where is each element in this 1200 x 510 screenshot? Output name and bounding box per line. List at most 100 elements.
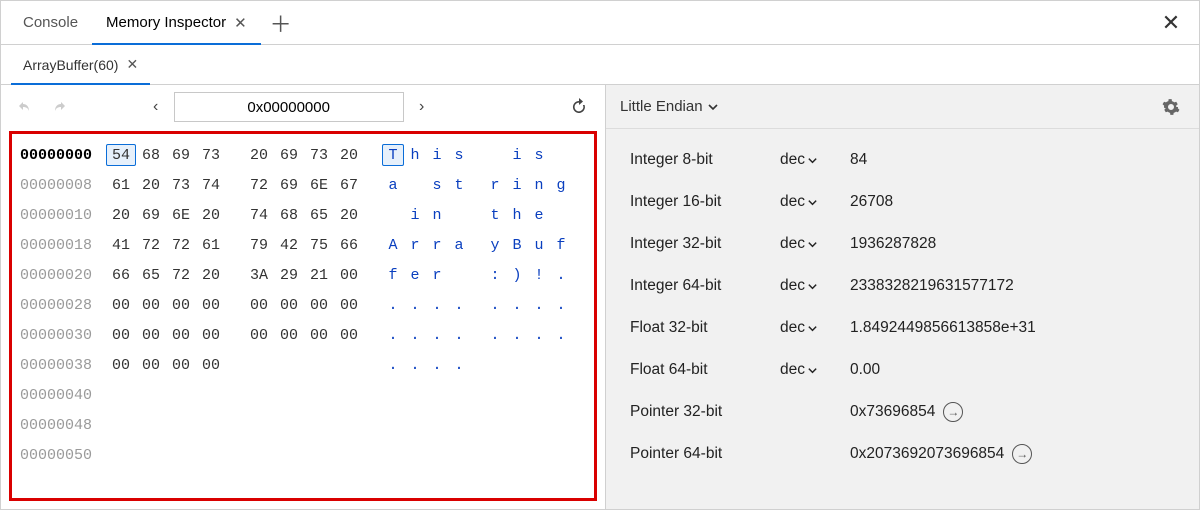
byte-cell[interactable]: 61 <box>106 177 136 194</box>
ascii-cell[interactable]: . <box>382 327 404 344</box>
byte-cell[interactable]: 69 <box>136 207 166 224</box>
refresh-button[interactable] <box>563 91 595 123</box>
ascii-cell[interactable]: t <box>448 177 470 194</box>
ascii-cell[interactable]: . <box>448 327 470 344</box>
ascii-cell[interactable] <box>484 144 506 166</box>
ascii-cell[interactable]: i <box>506 177 528 194</box>
ascii-cell[interactable] <box>448 207 470 224</box>
hex-view[interactable]: 000000005468697320697320This is 00000008… <box>9 131 597 501</box>
byte-cell[interactable]: 61 <box>196 237 226 254</box>
ascii-cell[interactable] <box>448 267 470 284</box>
undo-button[interactable] <box>11 93 39 121</box>
tab-memory-inspector[interactable]: Memory Inspector ✕ <box>92 1 261 44</box>
byte-cell[interactable]: 00 <box>304 327 334 344</box>
byte-cell[interactable]: 00 <box>136 327 166 344</box>
byte-cell[interactable]: 42 <box>274 237 304 254</box>
ascii-cell[interactable]: g <box>550 177 572 194</box>
ascii-cell[interactable]: r <box>426 267 448 284</box>
byte-cell[interactable]: 65 <box>136 267 166 284</box>
byte-cell[interactable]: 00 <box>274 297 304 314</box>
byte-cell[interactable]: 74 <box>244 207 274 224</box>
buffer-tab[interactable]: ArrayBuffer(60) ✕ <box>11 45 150 84</box>
ascii-cell[interactable]: a <box>382 177 404 194</box>
ascii-cell[interactable]: s <box>448 144 470 166</box>
byte-cell[interactable]: 21 <box>304 267 334 284</box>
byte-cell[interactable] <box>274 357 304 374</box>
byte-cell[interactable]: 20 <box>244 144 274 166</box>
endianness-select[interactable]: Little Endian <box>620 98 719 115</box>
byte-cell[interactable]: 65 <box>304 207 334 224</box>
ascii-cell[interactable]: t <box>484 207 506 224</box>
ascii-cell[interactable]: i <box>404 207 426 224</box>
ascii-cell[interactable]: . <box>448 297 470 314</box>
byte-cell[interactable]: 00 <box>136 297 166 314</box>
byte-cell[interactable]: 20 <box>334 207 364 224</box>
ascii-cell[interactable]: . <box>404 357 426 374</box>
byte-cell[interactable]: 00 <box>334 297 364 314</box>
ascii-cell[interactable]: r <box>404 237 426 254</box>
byte-cell[interactable]: 00 <box>166 297 196 314</box>
byte-cell[interactable]: 6E <box>304 177 334 194</box>
ascii-cell[interactable] <box>404 177 426 194</box>
byte-cell[interactable]: 00 <box>136 357 166 374</box>
byte-cell[interactable]: 74 <box>196 177 226 194</box>
byte-cell[interactable]: 72 <box>136 237 166 254</box>
byte-cell[interactable]: 3A <box>244 267 274 284</box>
ascii-cell[interactable] <box>550 357 572 374</box>
byte-cell[interactable]: 66 <box>334 237 364 254</box>
close-icon[interactable]: ✕ <box>126 56 138 73</box>
ascii-cell[interactable]: e <box>404 267 426 284</box>
ascii-cell[interactable]: . <box>426 297 448 314</box>
byte-cell[interactable]: 72 <box>166 237 196 254</box>
address-input[interactable] <box>174 92 404 122</box>
ascii-cell[interactable]: ) <box>506 267 528 284</box>
ascii-cell[interactable]: . <box>506 327 528 344</box>
ascii-cell[interactable]: . <box>528 297 550 314</box>
ascii-cell[interactable]: f <box>382 267 404 284</box>
ascii-cell[interactable] <box>550 207 572 224</box>
ascii-cell[interactable] <box>506 357 528 374</box>
ascii-cell[interactable]: r <box>426 237 448 254</box>
ascii-cell[interactable]: n <box>426 207 448 224</box>
ascii-cell[interactable]: . <box>426 357 448 374</box>
value-format-select[interactable]: dec <box>780 277 850 295</box>
ascii-cell[interactable]: . <box>550 327 572 344</box>
ascii-cell[interactable]: u <box>528 237 550 254</box>
byte-cell[interactable]: 69 <box>274 177 304 194</box>
ascii-cell[interactable]: i <box>506 144 528 166</box>
byte-cell[interactable]: 73 <box>166 177 196 194</box>
ascii-cell[interactable] <box>528 357 550 374</box>
byte-cell[interactable]: 20 <box>106 207 136 224</box>
byte-cell[interactable]: 20 <box>334 144 364 166</box>
byte-cell[interactable]: 66 <box>106 267 136 284</box>
byte-cell[interactable]: 00 <box>244 297 274 314</box>
ascii-cell[interactable]: . <box>404 297 426 314</box>
ascii-cell[interactable]: s <box>528 144 550 166</box>
ascii-cell[interactable]: y <box>484 237 506 254</box>
ascii-cell[interactable]: i <box>426 144 448 166</box>
ascii-cell[interactable]: : <box>484 267 506 284</box>
byte-cell[interactable]: 68 <box>274 207 304 224</box>
byte-cell[interactable]: 00 <box>106 297 136 314</box>
ascii-cell[interactable]: . <box>448 357 470 374</box>
ascii-cell[interactable]: f <box>550 237 572 254</box>
value-format-select[interactable]: dec <box>780 151 850 169</box>
byte-cell[interactable]: 79 <box>244 237 274 254</box>
tab-console[interactable]: Console <box>9 1 92 44</box>
byte-cell[interactable]: 00 <box>166 327 196 344</box>
byte-cell[interactable]: 00 <box>196 357 226 374</box>
value-format-select[interactable]: dec <box>780 235 850 253</box>
ascii-cell[interactable]: B <box>506 237 528 254</box>
byte-cell[interactable]: 41 <box>106 237 136 254</box>
byte-cell[interactable]: 72 <box>244 177 274 194</box>
byte-cell[interactable] <box>304 357 334 374</box>
ascii-cell[interactable] <box>382 207 404 224</box>
byte-cell[interactable]: 00 <box>274 327 304 344</box>
byte-cell[interactable]: 00 <box>334 267 364 284</box>
ascii-cell[interactable]: . <box>528 327 550 344</box>
ascii-cell[interactable]: A <box>382 237 404 254</box>
ascii-cell[interactable]: . <box>484 297 506 314</box>
ascii-cell[interactable]: . <box>426 327 448 344</box>
ascii-cell[interactable]: n <box>528 177 550 194</box>
byte-cell[interactable]: 20 <box>136 177 166 194</box>
